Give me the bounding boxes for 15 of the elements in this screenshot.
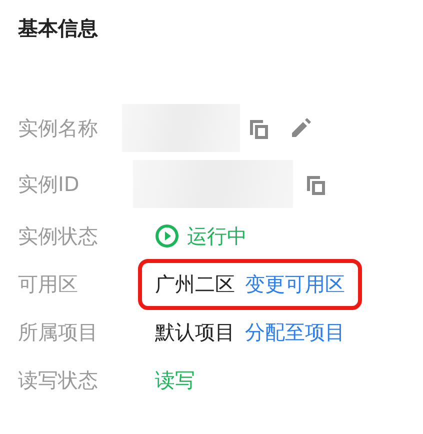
section-title: 基本信息 — [18, 16, 99, 40]
pencil-icon[interactable] — [290, 117, 312, 139]
field-label: 所属项目 — [18, 318, 99, 346]
field-value: 默认项目 — [155, 318, 235, 346]
action-link[interactable]: 变更可用区 — [245, 270, 345, 298]
status-text: 运行中 — [187, 222, 247, 250]
status-text: 读写 — [155, 366, 195, 394]
field-label: 实例ID — [18, 170, 80, 198]
field-label: 实例状态 — [18, 222, 99, 250]
field-value: 广州二区 — [155, 270, 235, 298]
action-link[interactable]: 分配至项目 — [245, 318, 345, 346]
field-label: 读写状态 — [18, 366, 99, 394]
play-icon — [155, 224, 179, 248]
field-label: 可用区 — [18, 270, 79, 298]
field-label: 实例名称 — [18, 114, 98, 142]
